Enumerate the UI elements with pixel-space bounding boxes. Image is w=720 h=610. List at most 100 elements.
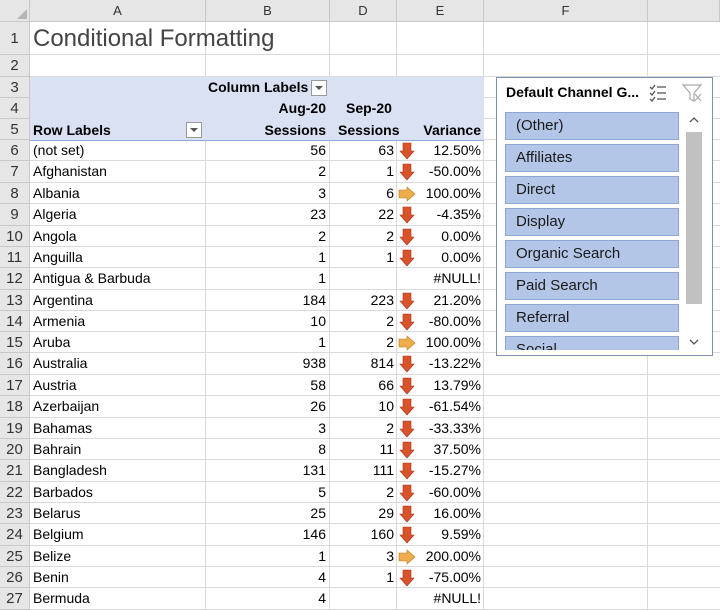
yellow-right-arrow-icon: [398, 549, 416, 565]
country-cell: Bermuda: [33, 590, 90, 606]
column-header-d[interactable]: D: [330, 0, 397, 22]
row-header[interactable]: 16: [0, 353, 30, 375]
row-header[interactable]: 2: [0, 55, 30, 77]
column-header-e[interactable]: E: [397, 0, 484, 22]
aug-sessions-cell: 58: [310, 377, 326, 393]
column-labels-filter-button[interactable]: [311, 80, 327, 96]
slicer-item-direct[interactable]: Direct: [505, 176, 679, 204]
row-header[interactable]: 12: [0, 268, 30, 290]
scroll-down-icon[interactable]: [685, 334, 703, 350]
row-header[interactable]: 25: [0, 546, 30, 567]
aug-sessions-cell: 3: [318, 185, 326, 201]
aug-sessions-cell: 1: [318, 334, 326, 350]
column-header-f[interactable]: F: [484, 0, 648, 22]
slicer-item-referral[interactable]: Referral: [505, 304, 679, 332]
red-down-arrow-icon: [399, 420, 415, 438]
red-down-arrow-icon: [399, 505, 415, 523]
red-down-arrow-icon: [399, 462, 415, 480]
sep-sessions-cell: 1: [386, 249, 394, 265]
row-header[interactable]: 5: [0, 119, 30, 140]
row-header[interactable]: 15: [0, 332, 30, 353]
country-cell: Belgium: [33, 526, 84, 542]
slicer-item-affiliates[interactable]: Affiliates: [505, 144, 679, 172]
aug-sessions-cell: 10: [310, 313, 326, 329]
row-header[interactable]: 21: [0, 460, 30, 482]
sheet-title: Conditional Formatting: [33, 25, 275, 52]
row-header[interactable]: 3: [0, 77, 30, 98]
row-header[interactable]: 1: [0, 22, 30, 55]
row-header[interactable]: 18: [0, 396, 30, 418]
aug-sessions-cell: 131: [302, 462, 326, 478]
row-header[interactable]: 22: [0, 482, 30, 503]
red-down-arrow-icon: [399, 441, 415, 459]
sep-sessions-cell: 111: [372, 462, 394, 478]
country-cell: Belize: [33, 548, 72, 564]
row-header[interactable]: 14: [0, 311, 30, 332]
red-down-arrow-icon: [399, 377, 415, 395]
sep-sessions-cell: 2: [386, 484, 394, 500]
slicer-item-paid-search[interactable]: Paid Search: [505, 272, 679, 300]
sep-20-header: Sep-20: [346, 100, 392, 116]
variance-cell: #NULL!: [433, 270, 481, 286]
row-labels-filter-button[interactable]: [186, 122, 202, 138]
row-header[interactable]: 10: [0, 226, 30, 247]
row-header[interactable]: 27: [0, 588, 30, 610]
row-gridline: [30, 54, 720, 55]
country-cell: Afghanistan: [33, 163, 107, 179]
column-header-b[interactable]: B: [206, 0, 330, 22]
row-header[interactable]: 24: [0, 524, 30, 546]
scroll-up-icon[interactable]: [685, 112, 703, 128]
row-header[interactable]: 26: [0, 567, 30, 588]
aug-sessions-cell: 25: [310, 505, 326, 521]
row-header[interactable]: 11: [0, 247, 30, 268]
row-header[interactable]: 6: [0, 140, 30, 161]
column-header-g[interactable]: [648, 0, 720, 22]
row-header[interactable]: 17: [0, 375, 30, 396]
row-header[interactable]: 23: [0, 503, 30, 524]
sep-sessions-cell: 1: [386, 569, 394, 585]
multi-select-icon[interactable]: [647, 82, 669, 104]
slicer-item-other[interactable]: (Other): [505, 112, 679, 140]
country-cell: Antigua & Barbuda: [33, 270, 151, 286]
row-header[interactable]: 7: [0, 161, 30, 183]
row-header[interactable]: 9: [0, 204, 30, 226]
sep-sessions-cell: 2: [386, 313, 394, 329]
slicer-item-organic-search[interactable]: Organic Search: [505, 240, 679, 268]
country-cell: Azerbaijan: [33, 398, 100, 414]
slicer-scroll-thumb[interactable]: [686, 132, 702, 304]
sep-sessions-cell: 63: [378, 142, 394, 158]
slicer-item-display[interactable]: Display: [505, 208, 679, 236]
row-header[interactable]: 4: [0, 98, 30, 119]
sessions-aug-header: Sessions: [264, 122, 326, 138]
country-cell: Bangladesh: [33, 462, 107, 478]
column-labels-header: Column Labels: [208, 79, 309, 95]
red-down-arrow-icon: [399, 206, 415, 224]
row-header[interactable]: 19: [0, 418, 30, 439]
aug-sessions-cell: 146: [302, 526, 326, 542]
row-header[interactable]: 8: [0, 183, 30, 204]
yellow-right-arrow-icon: [398, 335, 416, 351]
slicer-title: Default Channel G...: [506, 84, 640, 100]
country-cell: Australia: [33, 355, 88, 371]
red-down-arrow-icon: [399, 569, 415, 587]
sep-sessions-cell: 160: [370, 526, 394, 542]
country-cell: Bahrain: [33, 441, 82, 457]
red-down-arrow-icon: [399, 249, 415, 267]
row-header[interactable]: 13: [0, 290, 30, 311]
clear-filter-icon[interactable]: [681, 82, 703, 104]
variance-header: Variance: [423, 122, 481, 138]
slicer-scrollbar[interactable]: [685, 112, 703, 350]
column-header-a[interactable]: A: [30, 0, 206, 22]
row-header[interactable]: 20: [0, 439, 30, 460]
select-all-corner[interactable]: [0, 0, 30, 22]
country-cell: Argentina: [33, 292, 93, 308]
red-down-arrow-icon: [399, 526, 415, 544]
sep-sessions-cell: 6: [386, 185, 394, 201]
country-cell: Austria: [33, 377, 77, 393]
country-cell: Benin: [33, 569, 69, 585]
aug-sessions-cell: 4: [318, 590, 326, 606]
country-cell: Albania: [33, 185, 80, 201]
channel-slicer[interactable]: Default Channel G... (Other) Affiliates …: [496, 77, 713, 356]
country-cell: Algeria: [33, 206, 77, 222]
slicer-item-social[interactable]: Social: [505, 336, 679, 350]
